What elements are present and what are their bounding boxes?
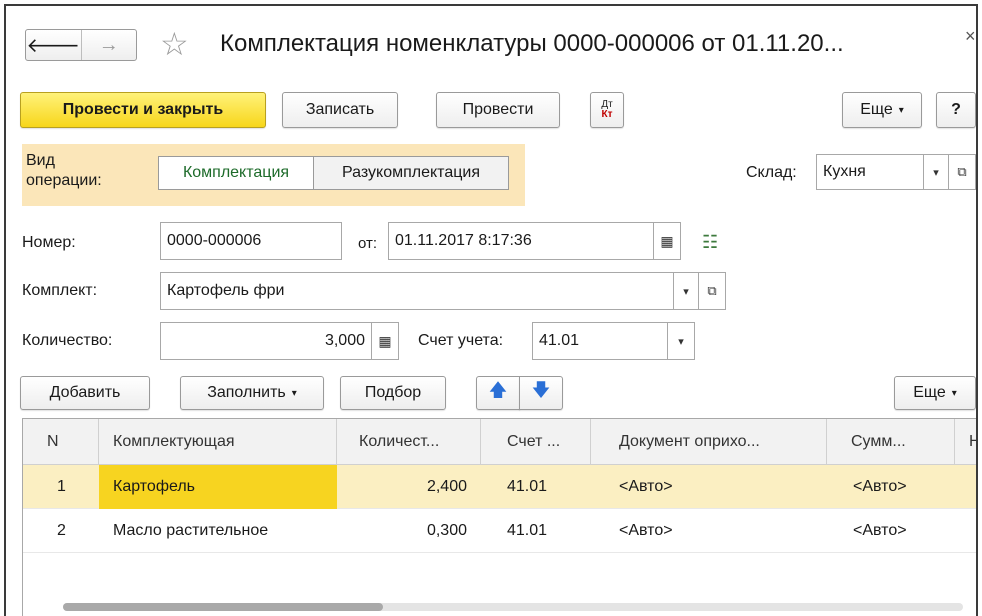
move-down-button[interactable]: 🡇 [519,376,563,410]
operation-type-panel: Вид операции: Комплектация Разукомплекта… [22,144,525,206]
row-number: 1 [57,478,66,495]
row-sum[interactable]: <Авто> [853,465,949,509]
chevron-down-icon: ▾ [291,387,297,399]
row-quantity[interactable]: 2,400 [337,465,475,509]
operation-type-label-line1: Вид [26,152,55,169]
back-button[interactable]: 🡐 [26,30,81,60]
table-row[interactable]: 1 Картофель 2,400 41.01 <Авто> <Авто> [23,465,976,509]
date-label: от: [358,235,378,252]
op-kit-assembly-option[interactable]: Комплектация [158,156,314,190]
quantity-field[interactable]: 3,000 [160,322,372,360]
row-quantity[interactable]: 0,300 [337,509,475,553]
number-field[interactable]: 0000-000006 [160,222,342,260]
column-header-sum[interactable]: Сумм... [827,419,955,465]
save-button[interactable]: Записать [282,92,398,128]
post-button[interactable]: Провести [436,92,560,128]
column-header-quantity[interactable]: Количест... [337,419,481,465]
calculator-icon: ▦ [378,332,392,349]
more-label: Еще [860,101,893,118]
calendar-icon: ▦ [660,232,674,249]
row-number: 2 [57,522,66,539]
row-account[interactable]: 41.01 [507,465,587,509]
calculator-button[interactable]: ▦ [371,322,399,360]
arrow-up-icon: 🡅 [488,380,508,400]
row-sum[interactable]: <Авто> [853,509,949,553]
account-label: Счет учета: [418,332,504,349]
kit-dropdown[interactable]: ▾ [673,272,699,310]
fill-button[interactable]: Заполнить ▾ [180,376,324,410]
post-and-close-button[interactable]: Провести и закрыть [20,92,266,128]
horizontal-scrollbar[interactable] [63,603,963,611]
row-account[interactable]: 41.01 [507,509,587,553]
number-label: Номер: [22,234,76,251]
close-icon[interactable]: × [965,26,976,47]
open-form-icon: ⧉ [707,283,717,298]
forward-button[interactable]: → [80,30,137,60]
kit-open-button[interactable]: ⧉ [698,272,726,310]
column-header-n[interactable]: N [23,419,99,465]
row-component[interactable]: Картофель [99,465,337,509]
table-row[interactable]: 2 Масло растительное 0,300 41.01 <Авто> … [23,509,976,553]
operation-type-label-line2: операции: [26,172,102,189]
components-table: N Комплектующая Количест... Счет ... Док… [22,418,976,616]
chevron-down-icon: ▾ [951,387,957,399]
chevron-down-icon: ▾ [898,104,904,116]
table-header: N Комплектующая Количест... Счет ... Док… [23,419,976,465]
warehouse-open-button[interactable]: ⧉ [948,154,976,190]
column-header-account[interactable]: Счет ... [481,419,591,465]
warehouse-dropdown[interactable]: ▾ [923,154,949,190]
chevron-down-icon: ▾ [678,335,684,348]
column-header-next[interactable]: Н [955,419,976,465]
comment-note-icon[interactable]: ☷ [702,232,718,253]
row-receipt-doc[interactable]: <Авто> [619,465,819,509]
dtkt-report-button[interactable]: Дт Кт [590,92,624,128]
chevron-down-icon: ▾ [683,285,689,298]
quantity-label: Количество: [22,332,113,349]
help-button[interactable]: ? [936,92,976,128]
scrollbar-thumb[interactable] [63,603,383,611]
column-header-receipt-doc[interactable]: Документ оприхо... [591,419,827,465]
more-button[interactable]: Еще ▾ [842,92,922,128]
column-header-component[interactable]: Комплектующая [99,419,337,465]
account-field[interactable]: 41.01 [532,322,668,360]
warehouse-label: Склад: [746,164,797,181]
move-up-button[interactable]: 🡅 [476,376,520,410]
warehouse-field[interactable]: Кухня [816,154,924,190]
date-field[interactable]: 01.11.2017 8:17:36 [388,222,654,260]
row-component[interactable]: Масло растительное [113,509,337,553]
nav-buttons: 🡐 → [25,29,137,61]
arrow-left-icon: 🡐 [26,34,81,57]
calendar-button[interactable]: ▦ [653,222,681,260]
table-more-label: Еще [913,384,946,401]
kit-label: Комплект: [22,282,98,299]
row-receipt-doc[interactable]: <Авто> [619,509,819,553]
table-more-button[interactable]: Еще ▾ [894,376,976,410]
window-title: Комплектация номенклатуры 0000-000006 от… [220,30,844,57]
chevron-down-icon: ▾ [933,166,939,179]
arrow-down-icon: 🡇 [531,380,551,400]
add-row-button[interactable]: Добавить [20,376,150,410]
pick-button[interactable]: Подбор [340,376,446,410]
favorite-star-icon[interactable]: ☆ [160,25,189,63]
kt-label: Кт [601,109,613,120]
account-dropdown[interactable]: ▾ [667,322,695,360]
open-form-icon: ⧉ [957,164,967,179]
kit-field[interactable]: Картофель фри [160,272,674,310]
fill-label: Заполнить [207,384,286,401]
arrow-right-icon: → [98,33,119,56]
op-kit-disassembly-option[interactable]: Разукомплектация [313,156,509,190]
document-window: 🡐 → ☆ Комплектация номенклатуры 0000-000… [4,4,978,616]
